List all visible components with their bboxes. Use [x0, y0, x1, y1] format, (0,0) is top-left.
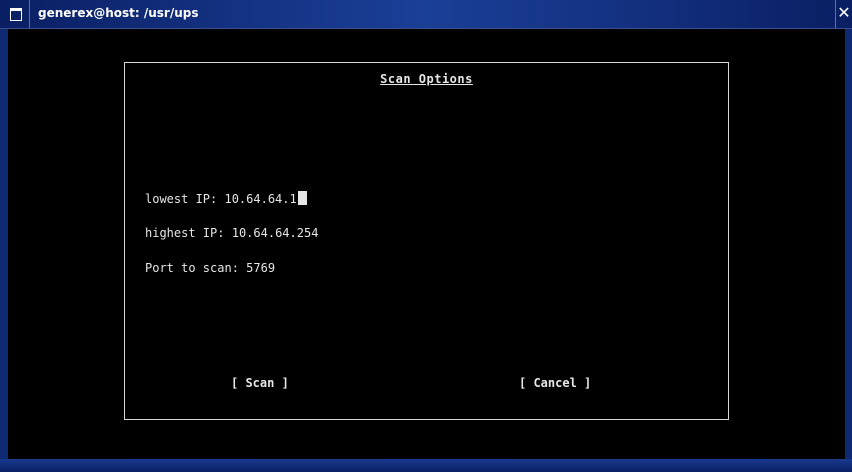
dialog-title: Scan Options — [380, 72, 473, 86]
lowest-ip-value[interactable]: 10.64.64.1 — [224, 192, 296, 206]
lowest-ip-label: lowest IP: — [145, 192, 218, 206]
port-label: Port to scan: — [145, 261, 239, 275]
port-field[interactable]: Port to scan: 5769 — [145, 261, 275, 275]
text-cursor — [297, 191, 307, 205]
window-title: generex@host: /usr/ups — [38, 6, 199, 20]
lowest-ip-field[interactable]: lowest IP: 10.64.64.1 — [145, 191, 307, 206]
scan-button[interactable]: [ Scan ] — [231, 376, 289, 390]
window-left-border — [0, 29, 8, 472]
window-menu-icon[interactable] — [10, 8, 22, 21]
title-separator — [29, 0, 30, 28]
title-bar[interactable]: generex@host: /usr/ups ✕ — [0, 0, 852, 29]
close-button[interactable]: ✕ — [835, 0, 852, 28]
highest-ip-value[interactable]: 10.64.64.254 — [232, 226, 319, 240]
window-right-border — [845, 29, 852, 472]
window-bottom-border — [0, 459, 852, 472]
port-value[interactable]: 5769 — [246, 261, 275, 275]
scan-options-dialog: Scan Options lowest IP: 10.64.64.1 highe… — [124, 62, 729, 420]
highest-ip-field[interactable]: highest IP: 10.64.64.254 — [145, 226, 318, 240]
terminal-window: generex@host: /usr/ups ✕ Scan Options lo… — [0, 0, 852, 472]
cancel-button[interactable]: [ Cancel ] — [519, 376, 591, 390]
highest-ip-label: highest IP: — [145, 226, 225, 240]
